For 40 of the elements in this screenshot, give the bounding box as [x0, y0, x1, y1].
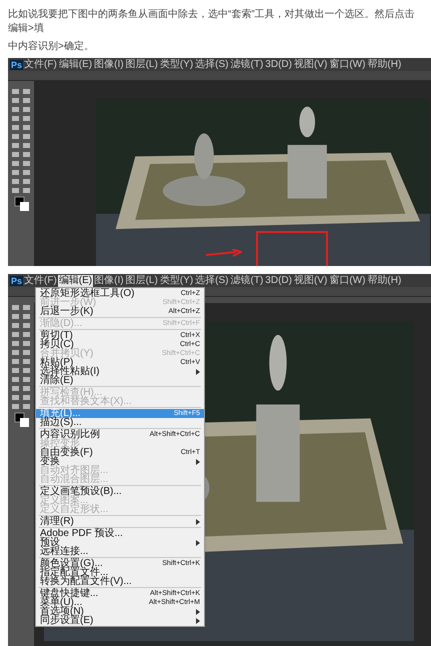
menu-item[interactable]: 变换 — [36, 457, 204, 466]
menu-bar-item[interactable]: 图像(I) — [93, 274, 125, 286]
menu-bar-item[interactable]: 滤镜(T) — [230, 274, 264, 286]
menu-item[interactable]: 定义画笔预设(B)... — [36, 487, 204, 496]
menu-bar-item[interactable]: 3D(D) — [264, 274, 293, 286]
menu-bar-item[interactable]: 图层(L) — [124, 274, 159, 286]
menu-bar-item[interactable]: 选择(S) — [194, 274, 230, 286]
menu-bar-item[interactable]: 图像(I) — [93, 58, 125, 70]
paragraph-line: 中内容识别>确定。 — [8, 40, 95, 54]
menu-bar-item[interactable]: 选择(S) — [194, 58, 230, 70]
app-logo: Ps — [10, 60, 24, 70]
menu-bar-item[interactable]: 文件(F) — [23, 58, 58, 70]
menu-bar-item[interactable]: 编辑(E) — [58, 274, 94, 286]
menu-item[interactable]: Adobe PDF 预设... — [36, 529, 204, 538]
menu-bar-item[interactable]: 视图(V) — [292, 274, 328, 286]
menu-bar-item[interactable]: 视图(V) — [292, 58, 328, 70]
menu-item[interactable]: 清理(R) — [36, 517, 204, 526]
menu-item[interactable]: 首选项(N) — [36, 607, 204, 616]
menu-bar-item[interactable]: 类型(Y) — [158, 274, 194, 286]
menu-item[interactable]: 描边(S)... — [36, 418, 204, 427]
menu-item[interactable]: 同步设置(E) — [36, 616, 204, 625]
menu-bar-item[interactable]: 滤镜(T) — [230, 58, 264, 70]
menu-bar-item[interactable]: 帮助(H) — [366, 58, 402, 70]
arrow-icon — [206, 249, 242, 257]
app-logo: Ps — [10, 276, 24, 286]
menu-bar-item[interactable]: 3D(D) — [264, 58, 293, 70]
menu-item[interactable]: 预设 — [36, 538, 204, 547]
menu-bar-item[interactable]: 类型(Y) — [158, 58, 194, 70]
menu-bar-item[interactable]: 编辑(E) — [58, 58, 94, 70]
menu-bar-item[interactable]: 帮助(H) — [366, 274, 402, 286]
menu-item[interactable]: 指定配置文件... — [36, 568, 204, 577]
menu-bar-item[interactable]: 文件(F) — [23, 274, 58, 286]
paragraph-line: 比如说我要把下图中的两条鱼从画面中除去，选中“套索”工具，对其做出一个选区。然后点击编辑>填 — [8, 8, 416, 36]
menu-item[interactable]: 远程连接... — [36, 547, 204, 556]
menu-bar-item[interactable]: 图层(L) — [124, 58, 159, 70]
menu-item[interactable]: 清除(E) — [36, 376, 204, 385]
menu-item[interactable]: 选择性粘贴(I) — [36, 367, 204, 376]
menu-bar-item[interactable]: 窗口(W) — [328, 58, 366, 70]
menu-item[interactable]: 转换为配置文件(V)... — [36, 577, 204, 586]
menu-bar-item[interactable]: 窗口(W) — [328, 274, 366, 286]
